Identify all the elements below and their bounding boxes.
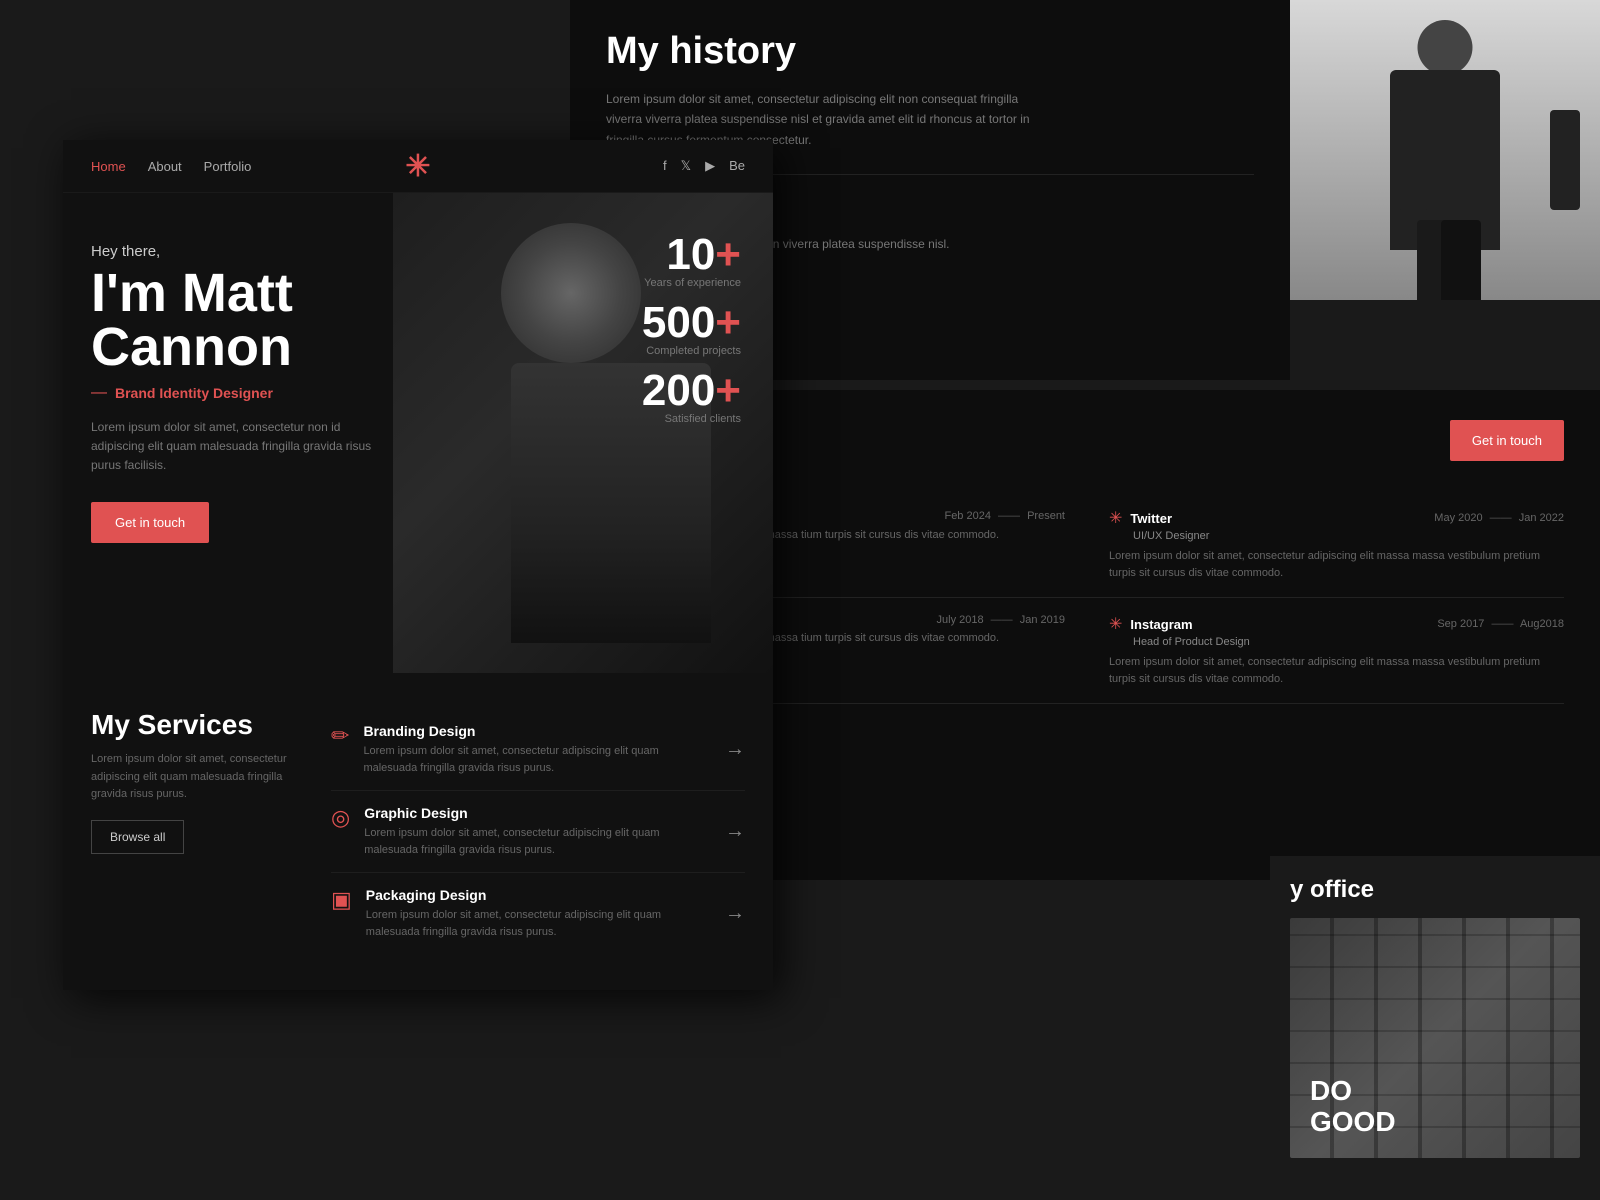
exp-company-2: Twitter [1130,511,1172,526]
exp-item-2: ✳ Twitter May 2020 —— Jan 2022 UI/UX Des… [1085,492,1564,598]
services-title: My Services [91,709,311,741]
stat-projects-number: 500+ [642,301,741,345]
hero-content: Hey there, I'm MattCannon — Brand Identi… [91,243,381,543]
exp-desc-2: Lorem ipsum dolor sit amet, consectetur … [1109,548,1564,581]
nav-links: Home About Portfolio [91,159,251,174]
packaging-name: Packaging Design [366,887,711,903]
branding-arrow[interactable]: → [725,738,745,761]
social-facebook[interactable]: f [663,158,667,174]
graphic-name: Graphic Design [364,805,711,821]
graphic-icon: ◎ [331,805,350,831]
office-image: DOGOOD [1290,918,1580,1158]
exp-dates-1: Feb 2024 —— Present [944,510,1065,522]
hero-title-line: — Brand Identity Designer [91,384,381,402]
exp-dates-2: May 2020 —— Jan 2022 [1434,512,1564,524]
nav-logo: ✳ [405,149,430,184]
exp-role-2: UI/UX Designer [1133,530,1564,542]
nav-socials: f 𝕏 ▶ Be [663,158,745,174]
service-item-branding: ✏ Branding Design Lorem ipsum dolor sit … [331,709,745,791]
hero-desc: Lorem ipsum dolor sit amet, consectetur … [91,418,381,476]
nav-home[interactable]: Home [91,159,126,174]
exp-role-4: Head of Product Design [1133,636,1564,648]
get-in-touch-button-2[interactable]: Get in touch [1450,420,1564,461]
branding-desc: Lorem ipsum dolor sit amet, consectetur … [363,743,711,776]
hero-title-text: Brand Identity Designer [115,385,273,401]
branding-icon: ✏ [331,723,349,749]
branding-name: Branding Design [363,723,711,739]
stats-section: 10+ Years of experience 500+ Completed p… [642,233,741,425]
card-portrait [1290,0,1600,300]
hero-section: Hey there, I'm MattCannon — Brand Identi… [63,193,773,673]
social-behance[interactable]: Be [729,158,745,174]
hero-name: I'm MattCannon [91,266,381,374]
packaging-icon: ▣ [331,887,352,913]
office-title: y office [1290,876,1580,904]
history-title: My history [606,30,1254,73]
navbar: Home About Portfolio ✳ f 𝕏 ▶ Be [63,140,773,193]
graphic-desc: Lorem ipsum dolor sit amet, consectetur … [364,825,711,858]
packaging-arrow[interactable]: → [725,902,745,925]
services-section: My Services Lorem ipsum dolor sit amet, … [63,673,773,990]
nav-portfolio[interactable]: Portfolio [204,159,252,174]
stat-experience: 10+ Years of experience [642,233,741,289]
card-main: Home About Portfolio ✳ f 𝕏 ▶ Be Hey ther… [63,140,773,990]
stat-projects-label: Completed projects [642,345,741,357]
packaging-desc: Lorem ipsum dolor sit amet, consectetur … [366,907,711,940]
services-desc: Lorem ipsum dolor sit amet, consectetur … [91,751,311,804]
graphic-arrow[interactable]: → [725,820,745,843]
exp-dates-4: Sep 2017 —— Aug2018 [1437,618,1564,630]
browse-all-button[interactable]: Browse all [91,820,184,854]
social-twitter[interactable]: 𝕏 [681,158,691,174]
get-in-touch-button[interactable]: Get in touch [91,502,209,543]
stat-clients-number: 200+ [642,369,741,413]
exp-dates-3: July 2018 —— Jan 2019 [937,614,1065,626]
exp-company-4: Instagram [1130,617,1192,632]
stat-projects: 500+ Completed projects [642,301,741,357]
hero-greeting: Hey there, [91,243,381,260]
service-item-graphic: ◎ Graphic Design Lorem ipsum dolor sit a… [331,791,745,873]
card-office: y office DOGOOD [1270,856,1600,1196]
service-item-packaging: ▣ Packaging Design Lorem ipsum dolor sit… [331,873,745,954]
stat-experience-label: Years of experience [642,277,741,289]
exp-desc-4: Lorem ipsum dolor sit amet, consectetur … [1109,654,1564,687]
exp-item-4: ✳ Instagram Sep 2017 —— Aug2018 Head of … [1085,598,1564,704]
stat-clients: 200+ Satisfied clients [642,369,741,425]
stat-experience-number: 10+ [642,233,741,277]
social-youtube[interactable]: ▶ [705,158,715,174]
nav-about[interactable]: About [148,159,182,174]
